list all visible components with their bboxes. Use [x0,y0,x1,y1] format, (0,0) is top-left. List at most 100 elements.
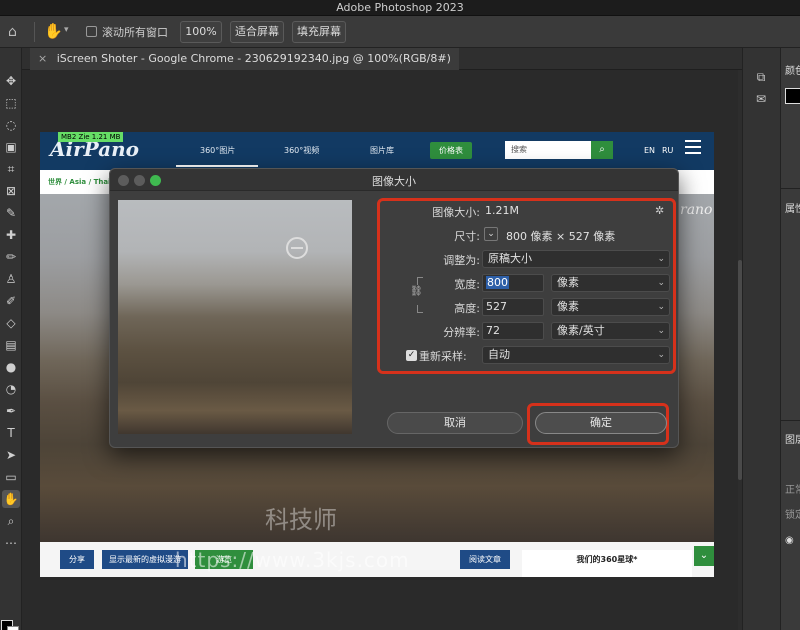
site-search-input: 搜索 [505,141,591,159]
fit-screen-button[interactable]: 适合屏幕 [230,21,284,43]
healing-brush-tool-icon[interactable]: ✚ [2,226,20,244]
resample-label: 重新采样: [419,350,467,363]
app-title: Adobe Photoshop 2023 [336,1,464,14]
history-brush-tool-icon[interactable]: ✐ [2,292,20,310]
app-titlebar: Adobe Photoshop 2023 [0,0,800,16]
background-color-swatch[interactable] [7,626,19,630]
properties-panel-title: 属性 [785,204,800,215]
image-size-dialog: 图像大小 图像大小: 1.21M ✲ 尺寸: ⌄ 800 像素 × 527 像素… [109,168,679,448]
layers-panel-title: 图层 [785,435,800,446]
dodge-tool-icon[interactable]: ◔ [2,380,20,398]
site-price-button: 价格表 [430,142,472,159]
color-panel-title: 颜色 [785,66,800,77]
hamburger-menu-icon [685,140,701,154]
crop-tool-icon[interactable]: ⌗ [2,160,20,178]
zoom-100-button[interactable]: 100% [180,21,222,43]
resolution-input[interactable]: 72 [482,322,544,340]
site-tab-photos: 360°图片 [200,146,236,155]
fit-to-label: 调整为: [443,254,480,267]
more-tools-icon[interactable]: ⋯ [2,534,20,552]
options-separator [34,22,35,42]
gradient-tool-icon[interactable]: ▤ [2,336,20,354]
tools-panel: ✥ ⬚ ◌ ▣ ⌗ ⊠ ✎ ✚ ✏ ♙ ✐ ◇ ▤ ● ◔ ✒ T ➤ ▭ ✋ … [0,48,22,630]
comments-panel-icon[interactable]: ✉ [753,92,769,108]
chevron-down-icon[interactable]: ⌄ [484,227,498,241]
scroll-all-windows-label: 滚动所有窗口 [102,26,168,39]
fill-screen-button[interactable]: 填充屏幕 [292,21,346,43]
height-value: 527 [486,300,507,313]
scroll-all-windows-checkbox[interactable] [86,26,97,37]
eyedropper-tool-icon[interactable]: ✎ [2,204,20,222]
type-tool-icon[interactable]: T [2,424,20,442]
site-share-button: 分享 [60,550,94,569]
history-panel-icon[interactable]: ⧉ [753,70,769,86]
pen-tool-icon[interactable]: ✒ [2,402,20,420]
resample-checkbox[interactable]: ✓ [406,350,417,361]
document-tab-title: iScreen Shoter - Google Chrome - 2306291… [56,52,451,65]
object-select-tool-icon[interactable]: ▣ [2,138,20,156]
chevron-down-icon: ⌄ [694,546,714,566]
width-unit-value: 像素 [557,276,579,289]
resample-select[interactable]: 自动 ⌄ [482,346,670,364]
height-unit-value: 像素 [557,300,579,313]
color-swatch[interactable] [785,88,800,104]
rectangle-tool-icon[interactable]: ▭ [2,468,20,486]
blend-mode-select[interactable]: 正常 [785,481,800,496]
chevron-down-icon[interactable]: ▾ [64,25,69,35]
width-unit-select[interactable]: 像素 ⌄ [551,274,670,292]
width-input[interactable]: 800 [482,274,544,292]
resolution-unit-select[interactable]: 像素/英寸 ⌄ [551,322,670,340]
site-lang-ru: RU [662,146,674,155]
close-tab-icon[interactable]: × [38,52,47,65]
chevron-down-icon: ⌄ [657,278,665,288]
width-label: 宽度: [454,278,480,291]
dimensions-label: 尺寸: [454,230,480,243]
site-tab-gallery: 图片库 [370,146,394,155]
site-header: AirPano 360°图片 360°视频 图片库 价格表 搜索 ⌕ EN RU [40,132,714,170]
brush-tool-icon[interactable]: ✏ [2,248,20,266]
document-tab-bar: × iScreen Shoter - Google Chrome - 23062… [22,48,742,70]
site-planet-box: 我们的360星球* [522,550,692,577]
options-bar: ⌂ ✋ ▾ 滚动所有窗口 100% 适合屏幕 填充屏幕 [0,16,800,48]
eye-icon[interactable]: ◉ [785,535,794,546]
chevron-down-icon: ⌄ [657,254,665,264]
panel-divider [781,420,800,421]
site-tab-videos: 360°视频 [284,146,320,155]
site-logo-overlay: rano [680,202,713,218]
stamp-tool-icon[interactable]: ♙ [2,270,20,288]
right-panels: 颜色 属性 图层 正常 锁定 ◉ [780,48,800,630]
dimensions-value: 800 像素 × 527 像素 [506,230,616,243]
file-size-tag: MB2 Zie 1.21 MB [58,132,124,142]
resolution-unit-value: 像素/英寸 [557,324,605,337]
height-unit-select[interactable]: 像素 ⌄ [551,298,670,316]
lasso-tool-icon[interactable]: ◌ [2,116,20,134]
home-icon[interactable]: ⌂ [8,24,24,40]
right-icon-strip: ⧉ ✉ [742,48,780,630]
chevron-down-icon: ⌄ [657,326,665,336]
fit-to-select[interactable]: 原稿大小 ⌄ [482,250,670,268]
preview-navigator-icon[interactable] [286,237,308,259]
frame-tool-icon[interactable]: ⊠ [2,182,20,200]
chevron-down-icon: ⌄ [657,302,665,312]
image-size-label: 图像大小: [432,206,480,219]
zoom-tool-icon[interactable]: ⌕ [2,512,20,530]
width-value: 800 [486,276,509,289]
watermark-url: https://www.3kjs.com [175,548,410,572]
gear-icon[interactable]: ✲ [655,204,664,217]
marquee-tool-icon[interactable]: ⬚ [2,94,20,112]
cancel-button[interactable]: 取消 [387,412,523,434]
path-select-tool-icon[interactable]: ➤ [2,446,20,464]
watermark-chinese: 科技师 [265,506,337,534]
blur-tool-icon[interactable]: ● [2,358,20,376]
hand-tool-icon[interactable]: ✋ [44,22,63,40]
height-input[interactable]: 527 [482,298,544,316]
height-label: 高度: [454,302,480,315]
hand-tool-icon[interactable]: ✋ [2,490,20,508]
image-preview[interactable] [118,200,352,434]
image-size-value: 1.21M [485,204,519,217]
document-tab[interactable]: × iScreen Shoter - Google Chrome - 23062… [30,48,459,70]
move-tool-icon[interactable]: ✥ [2,72,20,90]
ok-button[interactable]: 确定 [535,412,667,434]
fit-to-value: 原稿大小 [488,252,532,265]
eraser-tool-icon[interactable]: ◇ [2,314,20,332]
